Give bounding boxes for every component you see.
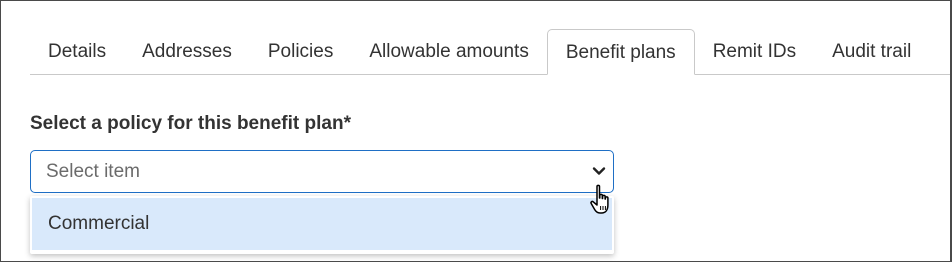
chevron-down-icon[interactable] [591,163,607,179]
tab-allowable-amounts[interactable]: Allowable amounts [351,29,546,73]
tab-remit-ids[interactable]: Remit IDs [695,29,814,73]
dropdown-option-commercial[interactable]: Commercial [32,198,612,250]
tab-audit-trail[interactable]: Audit trail [814,29,929,73]
tab-benefit-plans[interactable]: Benefit plans [546,29,695,75]
tab-policies[interactable]: Policies [250,29,351,73]
policy-select[interactable]: Select item [30,150,614,193]
tab-details[interactable]: Details [30,29,124,73]
policy-select-label: Select a policy for this benefit plan* [30,113,351,134]
tab-addresses[interactable]: Addresses [124,29,250,73]
policy-dropdown-menu: Commercial [30,196,614,254]
hand-pointer-icon [590,184,609,214]
tab-bar: Details Addresses Policies Allowable amo… [30,29,952,75]
policy-select-placeholder: Select item [46,161,140,182]
